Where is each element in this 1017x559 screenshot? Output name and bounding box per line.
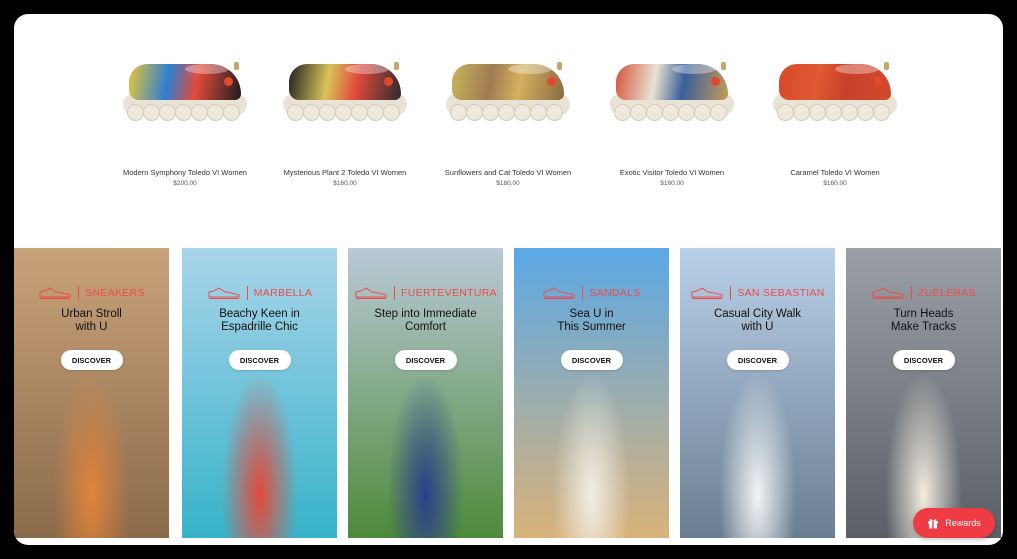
banner-tagline: Sea U in This Summer [557, 308, 626, 333]
page-frame: Modern Symphony Toledo VI Women $200.00 … [14, 14, 1003, 545]
product-image[interactable] [438, 50, 578, 121]
discover-button[interactable]: DISCOVER [726, 350, 789, 370]
discover-button[interactable]: DISCOVER [892, 350, 955, 370]
gift-icon [928, 518, 939, 529]
product-name[interactable]: Mysterious Plant 2 Toledo VI Women [270, 168, 420, 177]
product-name[interactable]: Modern Symphony Toledo VI Women [110, 168, 260, 177]
shoe-outline-icon [208, 287, 240, 299]
banner-tagline: Turn Heads Make Tracks [890, 308, 957, 333]
product-name[interactable]: Exotic Visitor Toledo VI Women [597, 168, 747, 177]
product-name[interactable]: Sunflowers and Cat Toledo VI Women [433, 168, 583, 177]
product-price: $180.00 [496, 180, 520, 187]
banner-marbella[interactable]: MARBELLA Beachy Keen in Espadrille Chic D… [182, 248, 337, 538]
banner-zueleras[interactable]: ZUELERAS Turn Heads Make Tracks DISCOVER [846, 248, 1001, 538]
banner-sneakers[interactable]: SNEAKERS Urban Stroll with U DISCOVER [14, 248, 169, 538]
product-image[interactable] [275, 50, 415, 121]
shoe-outline-icon [355, 287, 387, 299]
shoe-outline-icon [543, 287, 575, 299]
product-price: $200.00 [173, 180, 197, 187]
discover-button[interactable]: DISCOVER [60, 350, 123, 370]
rewards-label: Rewards [945, 518, 981, 528]
banner-category: ZUELERAS [918, 287, 976, 299]
product-price: $160.00 [333, 180, 357, 187]
discover-button[interactable]: DISCOVER [560, 350, 623, 370]
banner-tagline: Step into Immediate Comfort [374, 308, 477, 333]
product-price: $160.00 [660, 180, 684, 187]
discover-button[interactable]: DISCOVER [228, 350, 291, 370]
product-image[interactable] [115, 50, 255, 121]
shoe-outline-icon [691, 287, 723, 299]
product-card[interactable]: Mysterious Plant 2 Toledo VI Women $160.… [270, 50, 420, 187]
product-row: Modern Symphony Toledo VI Women $200.00 … [14, 14, 1003, 248]
shoe-outline-icon [39, 287, 71, 299]
product-card[interactable]: Caramel Toledo VI Women $160.00 [760, 50, 910, 187]
banner-category: MARBELLA [253, 287, 313, 299]
banner-category: SAN SEBASTIAN [737, 287, 825, 299]
banner-category: SNEAKERS [85, 287, 145, 299]
product-card[interactable]: Exotic Visitor Toledo VI Women $160.00 [597, 50, 747, 187]
product-card[interactable]: Modern Symphony Toledo VI Women $200.00 [110, 50, 260, 187]
banner-tagline: Beachy Keen in Espadrille Chic [219, 308, 300, 333]
banner-tagline: Casual City Walk with U [713, 308, 802, 333]
discover-button[interactable]: DISCOVER [394, 350, 457, 370]
rewards-button[interactable]: Rewards [913, 508, 995, 538]
product-image[interactable] [602, 50, 742, 121]
shoe-outline-icon [872, 287, 904, 299]
banner-tagline: Urban Stroll with U [61, 308, 122, 333]
product-image[interactable] [765, 50, 905, 121]
banner-fuerteventura[interactable]: FUERTEVENTURA Step into Immediate Comfort… [348, 248, 503, 538]
banner-category: SANDALS [589, 287, 641, 299]
collection-banners: SNEAKERS Urban Stroll with U DISCOVER MAR… [14, 248, 1003, 545]
banner-category: FUERTEVENTURA [401, 287, 497, 299]
banner-sandals[interactable]: SANDALS Sea U in This Summer DISCOVER [514, 248, 669, 538]
product-card[interactable]: Sunflowers and Cat Toledo VI Women $180.… [433, 50, 583, 187]
product-price: $160.00 [823, 180, 847, 187]
banner-san-sebastian[interactable]: SAN SEBASTIAN Casual City Walk with U DIS… [680, 248, 835, 538]
product-name[interactable]: Caramel Toledo VI Women [760, 168, 910, 177]
